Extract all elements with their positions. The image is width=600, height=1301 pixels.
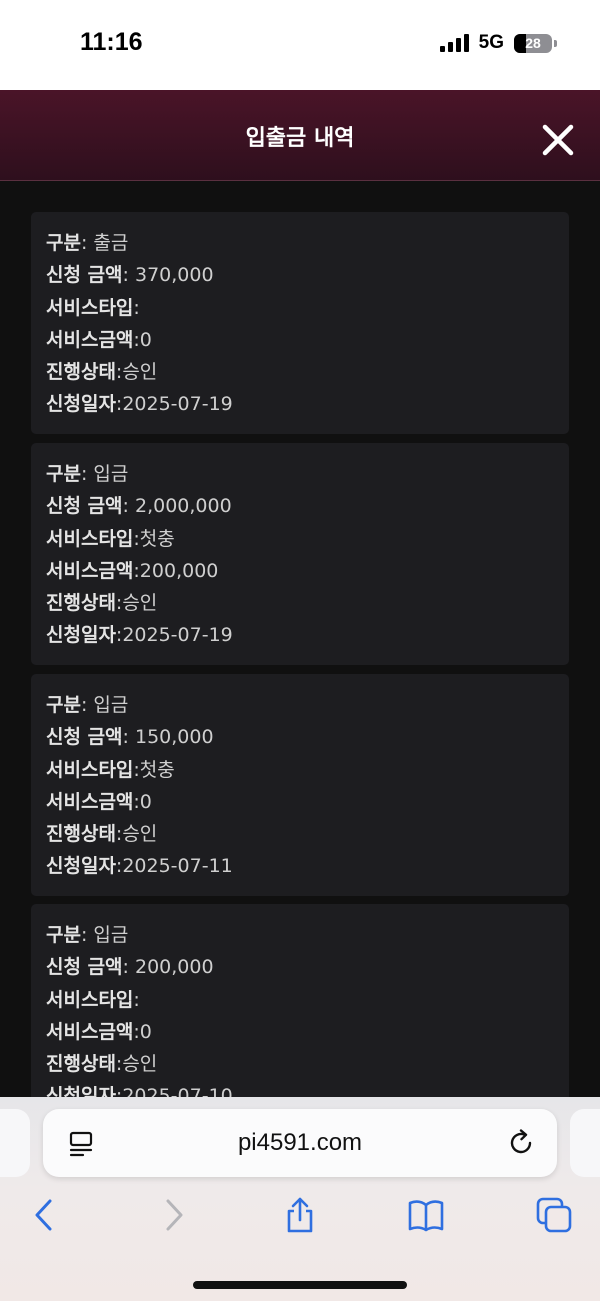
type-value: : 출금 xyxy=(80,232,129,254)
status-value: :승인 xyxy=(115,592,158,615)
service-amount-value: :0 xyxy=(133,790,152,813)
type-label: 구분 xyxy=(46,924,81,946)
date-label: 신청일자 xyxy=(46,855,116,878)
service-amount-value: :0 xyxy=(133,328,152,351)
service-amount-row: 서비스금액:0 xyxy=(46,1017,569,1049)
date-value: :2025-07-11 xyxy=(115,855,233,878)
type-value: : 입금 xyxy=(80,694,129,716)
share-icon[interactable] xyxy=(282,1197,318,1233)
amount-label: 신청 금액 xyxy=(46,495,123,518)
status-bar: 11:16 5G 28 xyxy=(0,0,600,90)
service-type-value: : xyxy=(133,296,140,319)
service-type-value: : xyxy=(133,988,140,1011)
amount-row: 신청 금액: 2,000,000 xyxy=(46,491,569,523)
amount-row: 신청 금액: 370,000 xyxy=(46,260,569,292)
chevron-left-icon[interactable] xyxy=(26,1197,62,1233)
type-label: 구분 xyxy=(46,232,81,254)
service-type-row: 서비스타입:첫충 xyxy=(46,524,569,556)
service-type-label: 서비스타입 xyxy=(46,296,134,319)
date-label: 신청일자 xyxy=(46,393,116,416)
previous-tab[interactable] xyxy=(0,1109,30,1177)
signal-icon xyxy=(439,34,469,52)
reload-icon[interactable] xyxy=(509,1129,535,1157)
status-label: 진행상태 xyxy=(46,361,116,384)
service-type-value: :첫충 xyxy=(133,527,175,550)
close-icon xyxy=(542,124,574,156)
date-row: 신청일자:2025-07-19 xyxy=(46,389,569,421)
service-amount-row: 서비스금액:0 xyxy=(46,325,569,357)
type-label: 구분 xyxy=(46,463,81,485)
amount-label: 신청 금액 xyxy=(46,264,123,287)
service-type-label: 서비스타입 xyxy=(46,758,134,781)
transaction-card: 구분: 출금 신청 금액: 370,000 서비스타입: 서비스금액:0 진행상… xyxy=(31,212,569,434)
service-amount-value: :200,000 xyxy=(133,559,219,582)
tabs-icon[interactable] xyxy=(536,1197,572,1233)
type-row: 구분: 출금 xyxy=(46,228,569,260)
address-bar[interactable]: pi4591.com xyxy=(43,1109,557,1177)
service-type-row: 서비스타입: xyxy=(46,293,569,325)
browser-toolbar: pi4591.com xyxy=(0,1097,600,1301)
transaction-card: 구분: 입금 신청 금액: 2,000,000 서비스타입:첫충 서비스금액:2… xyxy=(31,443,569,665)
status-indicators: 5G 28 xyxy=(439,32,557,54)
service-amount-label: 서비스금액 xyxy=(46,1020,134,1043)
status-value: :승인 xyxy=(115,823,158,846)
type-label: 구분 xyxy=(46,694,81,716)
type-row: 구분: 입금 xyxy=(46,459,569,491)
type-value: : 입금 xyxy=(80,924,129,946)
service-amount-value: :0 xyxy=(133,1020,152,1043)
date-label: 신청일자 xyxy=(46,624,116,647)
service-amount-label: 서비스금액 xyxy=(46,790,134,813)
type-row: 구분: 입금 xyxy=(46,690,569,722)
date-row: 신청일자:2025-07-19 xyxy=(46,620,569,652)
service-amount-label: 서비스금액 xyxy=(46,328,134,351)
service-type-row: 서비스타입: xyxy=(46,985,569,1017)
status-value: :승인 xyxy=(115,361,158,384)
service-type-label: 서비스타입 xyxy=(46,527,134,550)
close-button[interactable] xyxy=(542,124,574,156)
book-icon[interactable] xyxy=(408,1197,444,1233)
status-time: 11:16 xyxy=(80,28,143,56)
next-tab[interactable] xyxy=(570,1109,600,1177)
amount-value: : 2,000,000 xyxy=(122,495,232,518)
status-value: :승인 xyxy=(115,1053,158,1076)
transaction-card: 구분: 입금 신청 금액: 150,000 서비스타입:첫충 서비스금액:0 진… xyxy=(31,674,569,896)
status-row: 진행상태:승인 xyxy=(46,1049,569,1081)
amount-value: : 370,000 xyxy=(122,264,214,287)
type-row: 구분: 입금 xyxy=(46,920,569,952)
service-amount-label: 서비스금액 xyxy=(46,559,134,582)
status-label: 진행상태 xyxy=(46,592,116,615)
transaction-card: 구분: 입금 신청 금액: 200,000 서비스타입: 서비스금액:0 진행상… xyxy=(31,904,569,1101)
service-type-row: 서비스타입:첫충 xyxy=(46,755,569,787)
status-row: 진행상태:승인 xyxy=(46,357,569,389)
transaction-list[interactable]: 구분: 출금 신청 금액: 370,000 서비스타입: 서비스금액:0 진행상… xyxy=(0,181,600,1101)
date-row: 신청일자:2025-07-11 xyxy=(46,851,569,883)
battery-level: 28 xyxy=(525,35,541,51)
date-value: :2025-07-19 xyxy=(115,393,233,416)
service-type-value: :첫충 xyxy=(133,758,175,781)
amount-label: 신청 금액 xyxy=(46,726,123,749)
home-indicator xyxy=(193,1281,407,1289)
battery-icon: 28 xyxy=(514,33,557,53)
service-type-label: 서비스타입 xyxy=(46,988,134,1011)
date-value: :2025-07-19 xyxy=(115,624,233,647)
network-type: 5G xyxy=(478,32,504,53)
status-row: 진행상태:승인 xyxy=(46,588,569,620)
amount-value: : 150,000 xyxy=(122,726,214,749)
url-text[interactable]: pi4591.com xyxy=(43,1129,557,1157)
status-label: 진행상태 xyxy=(46,1053,116,1076)
page-header: 입출금 내역 xyxy=(0,90,600,181)
amount-row: 신청 금액: 150,000 xyxy=(46,722,569,754)
service-amount-row: 서비스금액:200,000 xyxy=(46,556,569,588)
amount-label: 신청 금액 xyxy=(46,956,123,979)
amount-row: 신청 금액: 200,000 xyxy=(46,952,569,984)
status-label: 진행상태 xyxy=(46,823,116,846)
chevron-right-icon[interactable] xyxy=(156,1197,192,1233)
type-value: : 입금 xyxy=(80,463,129,485)
status-row: 진행상태:승인 xyxy=(46,819,569,851)
service-amount-row: 서비스금액:0 xyxy=(46,787,569,819)
amount-value: : 200,000 xyxy=(122,956,214,979)
page-title: 입출금 내역 xyxy=(245,126,355,151)
